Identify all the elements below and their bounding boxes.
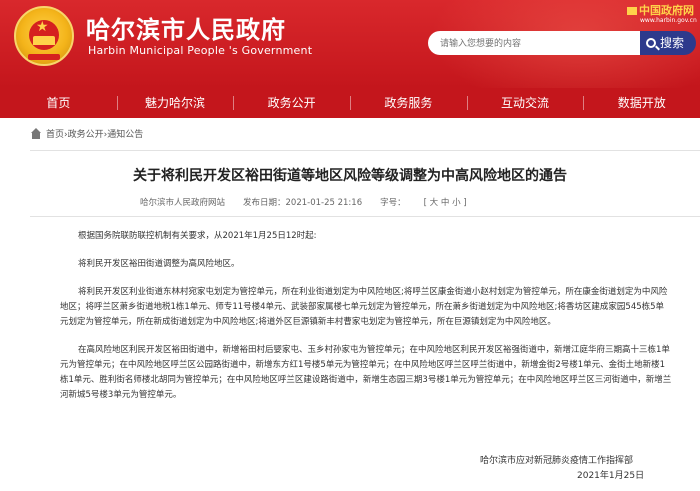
article-meta: 哈尔滨市人民政府网站 发布日期：2021-01-25 21:16 字号：[ 大 … <box>140 196 503 208</box>
paragraph: 将利民开发区利业街道东林村宛家屯划定为管控单元，所在利业街道划定为中风险地区;将… <box>60 287 668 327</box>
font-size-switch[interactable]: 字号：[ 大 中 小 ] <box>380 196 484 208</box>
paragraph: 根据国务院联防联控机制有关要求，从2021年1月25日12时起: <box>78 231 317 241</box>
nav-charm-harbin[interactable]: 魅力哈尔滨 <box>116 88 234 118</box>
flag-icon <box>627 7 637 15</box>
paragraph: 将利民开发区裕田街道调整为高风险地区。 <box>78 259 240 269</box>
nav-gov-affairs-open[interactable]: 政务公开 <box>233 88 350 118</box>
home-icon <box>30 128 42 139</box>
nav-gov-services[interactable]: 政务服务 <box>350 88 467 118</box>
site-title[interactable]: 哈尔滨市人民政府 <box>86 10 286 45</box>
divider <box>30 216 700 217</box>
site-header: ★ 哈尔滨市人民政府 Harbin Municipal People 's Go… <box>0 0 700 88</box>
search-input[interactable] <box>428 31 642 55</box>
paragraph: 在高风险地区利民开发区裕田街道中，新增裕田村后婴家屯、玉乡村孙家屯为管控单元；在… <box>60 345 672 400</box>
article-body: 根据国务院联防联控机制有关要求，从2021年1月25日12时起: 将利民开发区裕… <box>60 229 672 416</box>
divider <box>30 150 700 151</box>
signature-date: 2021年1月25日 <box>577 471 645 481</box>
publish-date: 发布日期：2021-01-25 21:16 <box>243 198 363 208</box>
nav-interaction[interactable]: 互动交流 <box>466 88 584 118</box>
gov-portal-link[interactable]: 中国政府网 <box>627 2 694 18</box>
nav-data-open[interactable]: 数据开放 <box>583 88 700 118</box>
search-icon <box>646 38 656 48</box>
site-title-en: Harbin Municipal People 's Government <box>88 44 313 57</box>
search-button[interactable]: 搜索 <box>640 31 696 55</box>
national-emblem-icon[interactable]: ★ <box>14 6 74 66</box>
gov-url: www.harbin.gov.cn <box>640 17 697 24</box>
breadcrumb[interactable]: 首页›政务公开›通知公告 <box>30 128 143 142</box>
article-title: 关于将利民开发区裕田街道等地区风险等级调整为中高风险地区的通告 <box>133 168 567 184</box>
main-nav: 首页 魅力哈尔滨 政务公开 政务服务 互动交流 数据开放 <box>0 88 700 118</box>
article-source: 哈尔滨市人民政府网站 <box>140 198 226 208</box>
nav-home[interactable]: 首页 <box>0 88 117 118</box>
signature: 哈尔滨市应对新冠肺炎疫情工作指挥部 <box>480 456 634 466</box>
